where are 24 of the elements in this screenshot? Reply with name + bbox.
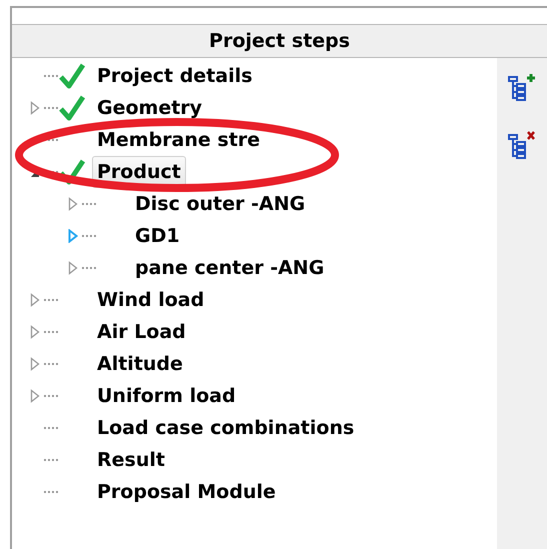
expand-arrow-icon[interactable] [30, 101, 40, 115]
add-node-icon[interactable] [507, 72, 537, 102]
expand-arrow-icon[interactable] [30, 389, 40, 403]
tree-item[interactable]: Wind load [97, 286, 204, 314]
tree-item[interactable]: Membrane stre [97, 126, 260, 154]
tree-item[interactable]: Air Load [97, 318, 186, 346]
tree-item[interactable]: Altitude [97, 350, 183, 378]
expand-arrow-icon[interactable] [68, 197, 78, 211]
tree-item[interactable]: Project details [97, 62, 252, 90]
tree-item[interactable]: GD1 [135, 222, 180, 250]
remove-node-icon[interactable] [507, 130, 537, 160]
expand-arrow-icon[interactable] [30, 325, 40, 339]
expand-arrow-icon[interactable] [30, 293, 40, 307]
tree-item[interactable]: Geometry [97, 94, 202, 122]
tree-item[interactable]: Uniform load [97, 382, 236, 410]
tree-item[interactable]: Proposal Module [97, 478, 276, 506]
expand-arrow-icon[interactable] [68, 229, 78, 243]
tree-item[interactable]: Disc outer -ANG [135, 190, 306, 218]
tree-item[interactable]: pane center -ANG [135, 254, 324, 282]
panel-header: Project steps [12, 24, 547, 58]
tree-item[interactable]: Result [97, 446, 165, 474]
expand-arrow-icon[interactable] [68, 261, 78, 275]
expand-arrow-icon[interactable] [30, 357, 40, 371]
tree-item[interactable]: Load case combinations [97, 414, 354, 442]
